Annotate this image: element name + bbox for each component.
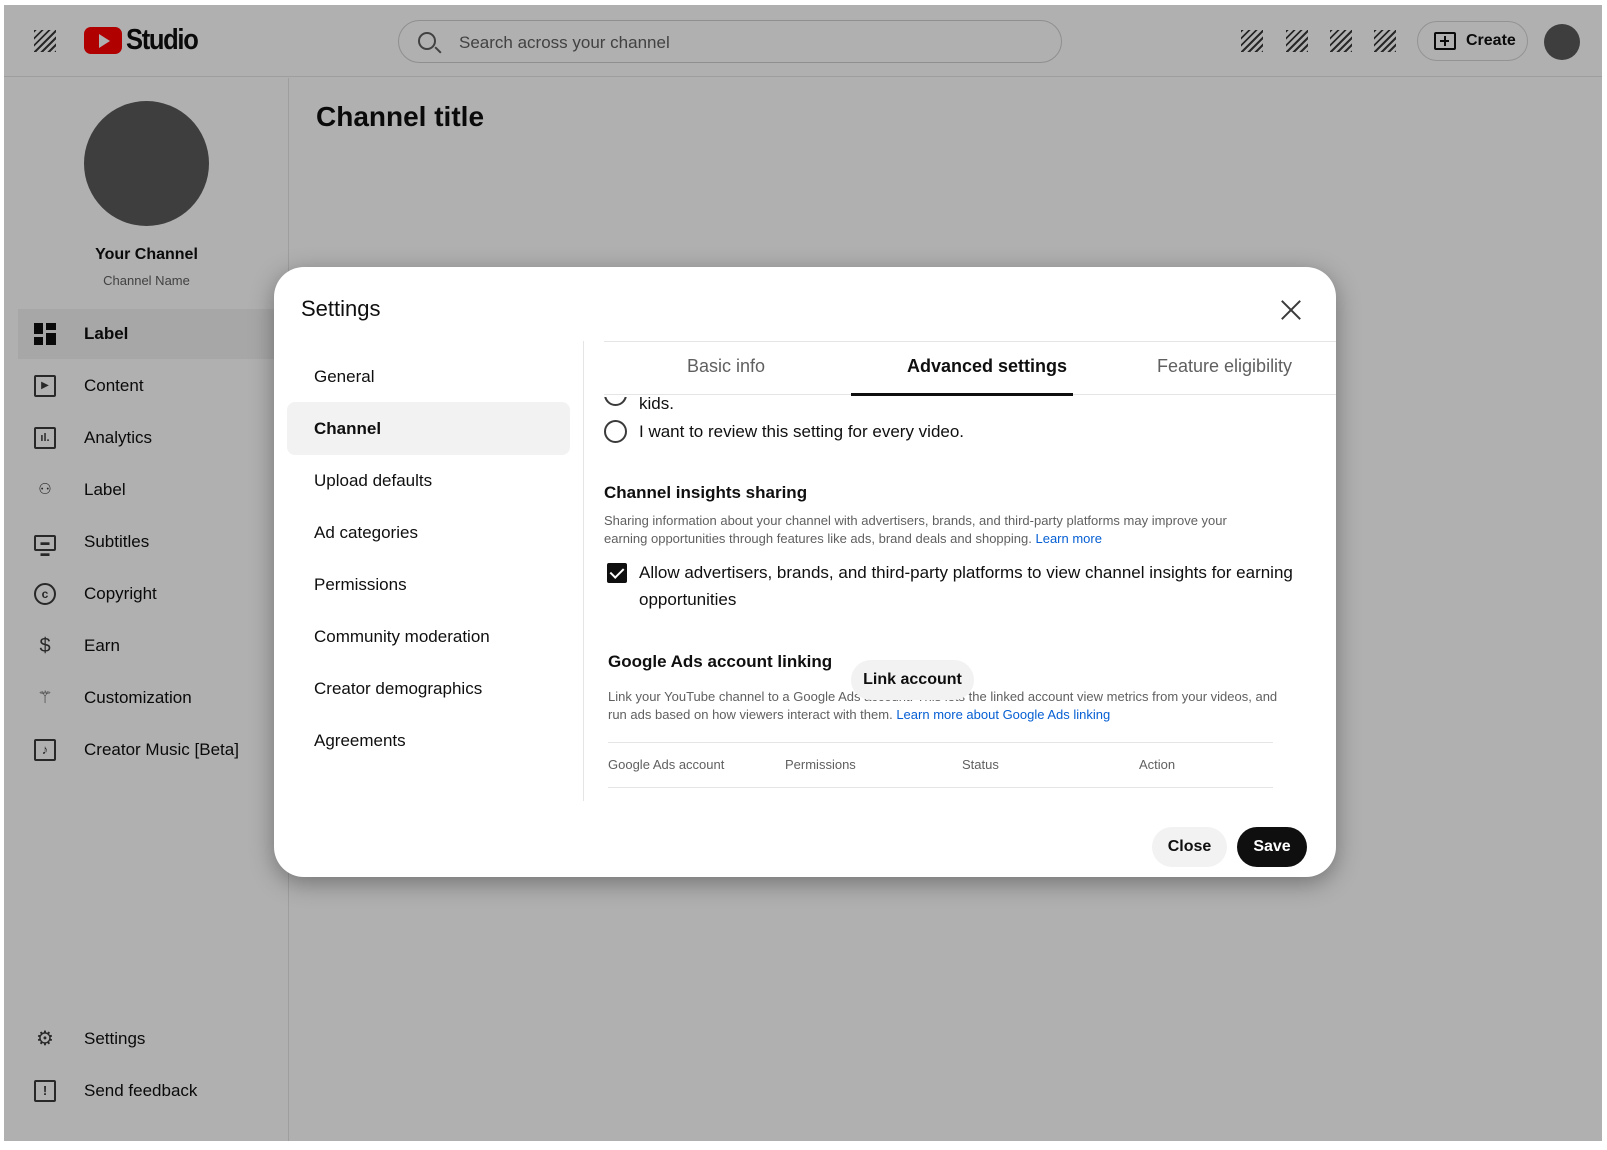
dialog-title: Settings [301, 296, 381, 321]
settings-nav-creator-demographics[interactable]: Creator demographics [287, 662, 570, 715]
ads-linking-title: Google Ads account linking [608, 652, 833, 671]
checkbox-label-line-2: opportunities [639, 590, 737, 609]
table-header-action: Action [1139, 757, 1176, 772]
settings-nav-community-moderation[interactable]: Community moderation [287, 610, 570, 663]
studio-window: Studio Search across your channel Create… [4, 5, 1602, 1141]
radio-label-review: I want to review this setting for every … [639, 422, 965, 441]
insights-desc-line-1: Sharing information about your channel w… [604, 513, 1227, 528]
tab-advanced-settings[interactable]: Advanced settings [907, 356, 1067, 377]
settings-nav-channel[interactable]: Channel [287, 402, 570, 455]
insights-description: Sharing information about your channel w… [604, 512, 1227, 548]
audience-radio-review[interactable] [604, 420, 627, 443]
advanced-settings-content: kids. I want to review this setting for … [604, 397, 1304, 801]
table-header-permissions: Permissions [785, 757, 856, 772]
ads-desc-line-2: run ads based on how viewers interact wi… [608, 707, 893, 722]
insights-desc-line-2: earning opportunities through features l… [604, 531, 1032, 546]
table-divider-top [608, 742, 1273, 743]
radio-label-kids: kids. [639, 397, 674, 413]
settings-nav-ad-categories[interactable]: Ad categories [287, 506, 570, 559]
learn-more-link[interactable]: Learn more [1035, 531, 1101, 546]
settings-nav-upload-defaults[interactable]: Upload defaults [287, 454, 570, 507]
active-tab-indicator [851, 393, 1073, 396]
tab-basic-info[interactable]: Basic info [687, 356, 765, 377]
audience-radio-kids[interactable] [604, 397, 627, 406]
insights-checkbox-label: Allow advertisers, brands, and third-par… [639, 559, 1293, 613]
insights-checkbox[interactable] [607, 563, 627, 583]
close-button[interactable]: Close [1152, 827, 1227, 867]
settings-nav-agreements[interactable]: Agreements [287, 714, 570, 767]
settings-tabs: Basic info Advanced settings Feature eli… [604, 341, 1336, 395]
settings-nav: General Channel Upload defaults Ad categ… [274, 341, 584, 801]
link-account-button[interactable]: Link account [851, 660, 974, 700]
settings-dialog: Settings General Channel Upload defaults… [274, 267, 1336, 877]
table-header-status: Status [962, 757, 999, 772]
settings-nav-permissions[interactable]: Permissions [287, 558, 570, 611]
table-divider-bottom [608, 787, 1273, 788]
settings-nav-general[interactable]: General [287, 350, 570, 403]
tab-feature-eligibility[interactable]: Feature eligibility [1157, 356, 1292, 377]
close-icon[interactable] [1279, 299, 1303, 323]
save-button[interactable]: Save [1237, 827, 1307, 867]
table-header-account: Google Ads account [608, 757, 725, 772]
insights-title: Channel insights sharing [604, 483, 808, 502]
ads-learn-more-link[interactable]: Learn more about Google Ads linking [896, 707, 1110, 722]
checkbox-label-line-1: Allow advertisers, brands, and third-par… [639, 563, 1293, 582]
